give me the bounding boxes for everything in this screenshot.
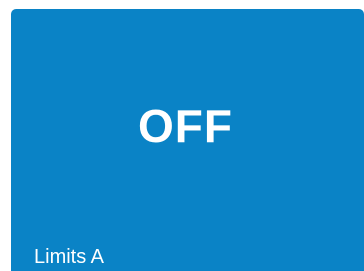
tile-caption: Limits A	[34, 246, 105, 268]
state-label: OFF	[138, 100, 233, 152]
limits-a-toggle-tile[interactable]: OFF Limits A	[11, 9, 364, 271]
